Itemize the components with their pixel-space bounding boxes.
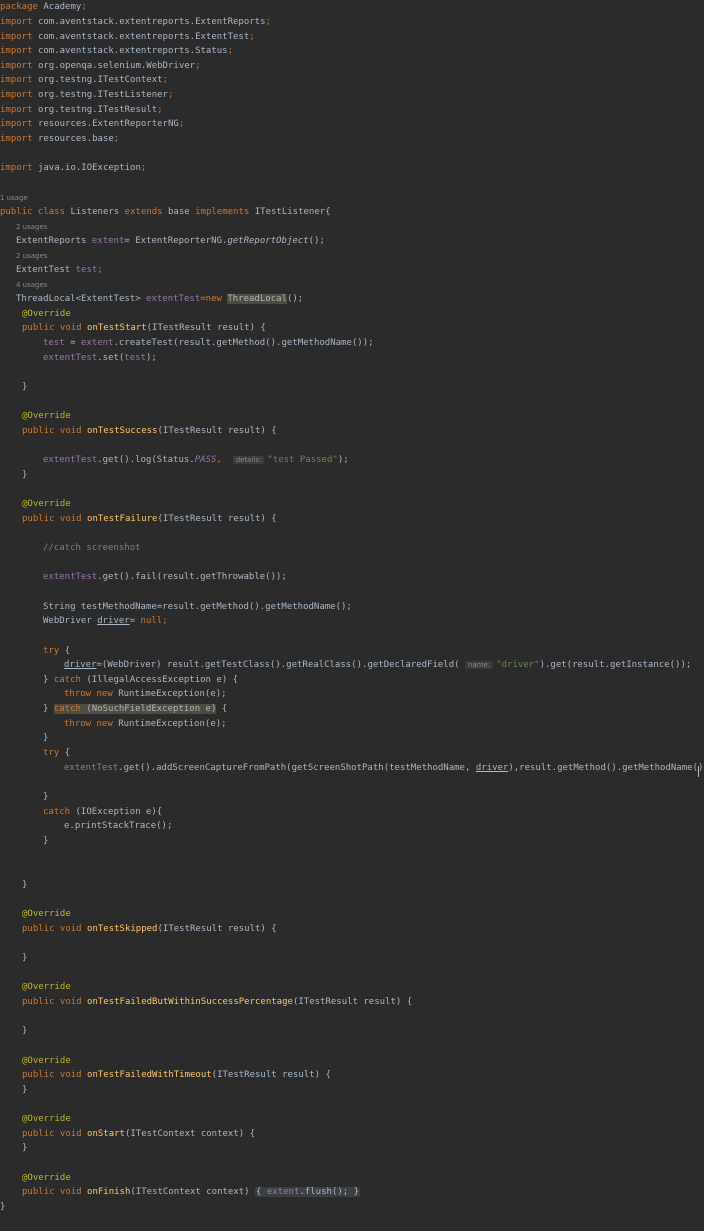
- code-line: }: [22, 953, 28, 963]
- parameter-hint: name:: [464, 661, 494, 669]
- code-line: e.printStackTrace();: [64, 821, 173, 831]
- parameter-hint: details:: [232, 456, 265, 464]
- code-line: throw new RuntimeException(e);: [64, 689, 227, 699]
- code-line: }: [22, 880, 28, 890]
- code-line: test = extent.createTest(result.getMetho…: [43, 338, 374, 348]
- code-line: extentTest.set(test);: [43, 353, 157, 363]
- method-signature: public void onTestFailedWithTimeout(ITes…: [22, 1070, 331, 1080]
- code-line: throw new RuntimeException(e);: [64, 719, 227, 729]
- usage-hint[interactable]: 2 usages: [16, 251, 47, 262]
- code-line: import resources.ExtentReporterNG;: [0, 119, 185, 129]
- usage-hint[interactable]: 1 usage: [0, 193, 28, 204]
- annotation: @Override: [22, 909, 71, 919]
- method-signature: public void onFinish(ITestContext contex…: [22, 1187, 360, 1197]
- annotation: @Override: [22, 982, 71, 992]
- annotation: @Override: [22, 1056, 71, 1066]
- code-line: import org.testng.ITestContext;: [0, 75, 168, 85]
- code-line: WebDriver driver= null;: [43, 616, 168, 626]
- code-editor[interactable]: package Academy; import com.aventstack.e…: [0, 0, 704, 1231]
- annotation: @Override: [22, 1114, 71, 1124]
- code-comment: //catch screenshot: [43, 543, 141, 553]
- method-signature: public void onTestSkipped(ITestResult re…: [22, 924, 277, 934]
- code-line: try {: [43, 646, 71, 656]
- annotation: @Override: [22, 309, 71, 319]
- usage-hint[interactable]: 2 usages: [16, 222, 47, 233]
- code-line: }: [22, 470, 28, 480]
- code-line: ThreadLocal<ExtentTest> extentTest=new T…: [16, 294, 304, 304]
- usage-hint[interactable]: 4 usages: [16, 280, 47, 291]
- text-caret: [698, 766, 699, 777]
- code-line: }: [22, 1143, 28, 1153]
- code-line: extentTest.get().log(Status.PASS, detail…: [43, 455, 349, 465]
- class-declaration: public class Listeners extends base impl…: [0, 207, 331, 217]
- folded-code-block[interactable]: { extent.flush(); }: [255, 1187, 360, 1197]
- code-line: String testMethodName=result.getMethod()…: [43, 602, 352, 612]
- code-line: }: [43, 792, 49, 802]
- code-line: package Academy;: [0, 2, 87, 12]
- code-line: }: [22, 1085, 28, 1095]
- code-line: import org.testng.ITestListener;: [0, 90, 174, 100]
- code-line: } catch (NoSuchFieldException e) {: [43, 704, 228, 714]
- code-line: catch (IOException e){: [43, 807, 163, 817]
- code-line: driver=(WebDriver) result.getTestClass()…: [64, 660, 692, 670]
- method-signature: public void onTestStart(ITestResult resu…: [22, 323, 266, 333]
- method-signature: public void onTestFailedButWithinSuccess…: [22, 997, 413, 1007]
- code-line: import org.testng.ITestResult;: [0, 105, 163, 115]
- annotation: @Override: [22, 499, 71, 509]
- code-line: import resources.base;: [0, 134, 120, 144]
- code-line: } catch (IllegalAccessException e) {: [43, 675, 239, 685]
- code-line: extentTest.get().addScreenCaptureFromPat…: [64, 763, 704, 773]
- annotation: @Override: [22, 411, 71, 421]
- code-line: import org.openqa.selenium.WebDriver;: [0, 61, 201, 71]
- method-signature: public void onStart(ITestContext context…: [22, 1129, 256, 1139]
- method-signature: public void onTestFailure(ITestResult re…: [22, 514, 277, 524]
- code-line: }: [43, 733, 49, 743]
- code-line: }: [22, 1026, 28, 1036]
- code-line: import com.aventstack.extentreports.Stat…: [0, 46, 234, 56]
- code-line: extentTest.get().fail(result.getThrowabl…: [43, 572, 287, 582]
- code-line: ExtentTest test;: [16, 265, 103, 275]
- code-line: import com.aventstack.extentreports.Exte…: [0, 17, 271, 27]
- annotation: @Override: [22, 1173, 71, 1183]
- code-line: import java.io.IOException;: [0, 163, 147, 173]
- method-signature: public void onTestSuccess(ITestResult re…: [22, 426, 277, 436]
- code-line: import com.aventstack.extentreports.Exte…: [0, 32, 255, 42]
- class-close-brace: }: [0, 1202, 6, 1212]
- code-line: try {: [43, 748, 71, 758]
- code-line: }: [43, 836, 49, 846]
- code-line: }: [22, 382, 28, 392]
- code-line: ExtentReports extent= ExtentReporterNG.g…: [16, 236, 325, 246]
